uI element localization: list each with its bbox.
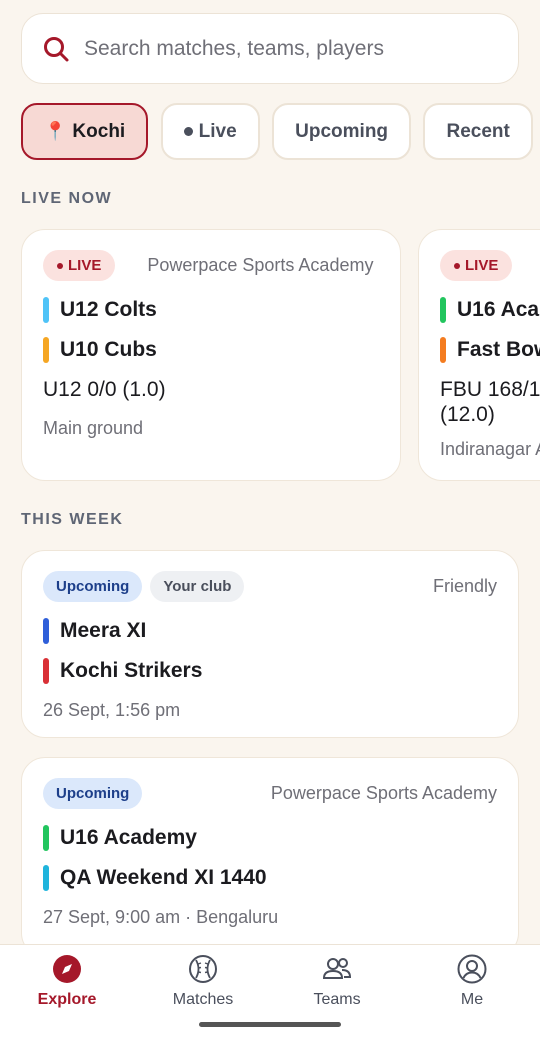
ground-name: Main ground	[43, 418, 144, 438]
team-name: U16 Academy	[457, 298, 540, 321]
score-text: U12 0/0 (1.0)	[43, 378, 166, 401]
ground-name: Indiranagar Arena	[440, 439, 540, 459]
team-color-bar	[440, 297, 446, 323]
dot-icon	[183, 127, 193, 136]
team-row: U16 Academy	[440, 297, 540, 323]
team-row: QA Weekend XI 1440	[43, 865, 497, 891]
team-color-bar	[440, 337, 446, 363]
compass-icon	[53, 955, 81, 983]
live-match-card[interactable]: LIVE U16 Academy Fast Bowlers United FBU…	[418, 229, 540, 481]
team-name: Fast Bowlers United	[457, 338, 540, 361]
chip-label: Kochi	[72, 120, 126, 142]
ball-icon	[189, 955, 217, 983]
home-indicator	[199, 1022, 341, 1027]
team-name: Kochi Strikers	[60, 659, 203, 682]
academy-name: Powerpace Sports Academy	[270, 783, 497, 803]
team-color-bar	[43, 865, 49, 891]
team-row: Kochi Strikers	[43, 658, 497, 684]
profile-icon	[457, 954, 487, 984]
chip-upcoming[interactable]: Upcoming	[272, 103, 412, 160]
match-time: 26 Sept, 1:56 pm	[43, 700, 181, 720]
live-dot-icon	[57, 262, 63, 269]
team-name: Meera XI	[60, 619, 147, 642]
team-name: U10 Cubs	[60, 338, 157, 361]
status-badge: Upcoming	[43, 571, 143, 602]
live-dot-icon	[454, 262, 460, 269]
section-title-week: THIS WEEK	[21, 511, 124, 528]
team-color-bar	[43, 658, 49, 684]
search-icon	[44, 36, 69, 61]
team-row: Meera XI	[43, 618, 497, 644]
team-color-bar	[43, 297, 49, 323]
team-row: U12 Colts	[43, 297, 379, 323]
team-row: Fast Bowlers United	[440, 337, 540, 363]
chip-location[interactable]: 📍 Kochi	[21, 103, 149, 160]
team-name: QA Weekend XI 1440	[60, 866, 267, 889]
team-name: U16 Academy	[60, 826, 197, 849]
pin-icon: 📍	[44, 121, 67, 141]
live-badge: LIVE	[440, 250, 513, 281]
section-title-live: LIVE NOW	[21, 190, 113, 207]
chip-label: Recent	[446, 120, 510, 142]
match-type: Friendly	[432, 576, 497, 596]
team-color-bar	[43, 618, 49, 644]
nav-explore[interactable]: Explore	[12, 953, 122, 1009]
team-name: U12 Colts	[60, 298, 157, 321]
nav-me[interactable]: Me	[417, 953, 527, 1009]
nav-teams[interactable]: Teams	[282, 953, 392, 1009]
team-row: U16 Academy	[43, 825, 497, 851]
chip-label: Live	[198, 120, 237, 142]
team-color-bar	[43, 337, 49, 363]
score-text: FBU 168/1 (12.0)	[440, 378, 540, 426]
live-badge: LIVE	[43, 250, 116, 281]
people-icon	[322, 958, 352, 979]
academy-name: Powerpace Sports Academy	[147, 255, 374, 275]
match-card[interactable]: Upcoming Powerpace Sports Academy U16 Ac…	[21, 757, 519, 957]
match-card[interactable]: Upcoming Your club Friendly Meera XI Koc…	[21, 550, 519, 738]
status-badge: Upcoming	[43, 778, 143, 809]
live-match-card[interactable]: LIVE Powerpace Sports Academy U12 Colts …	[21, 229, 401, 481]
live-carousel[interactable]: LIVE Powerpace Sports Academy U12 Colts …	[21, 229, 540, 481]
nav-matches[interactable]: Matches	[148, 953, 258, 1009]
club-badge: Your club	[150, 571, 245, 602]
filter-chips: 📍 Kochi Live Upcoming Recent	[21, 103, 540, 160]
team-color-bar	[43, 825, 49, 851]
search-input[interactable]	[84, 36, 504, 61]
team-row: U10 Cubs	[43, 337, 379, 363]
chip-recent[interactable]: Recent	[423, 103, 533, 160]
match-time: 27 Sept, 9:00 am · Bengaluru	[43, 907, 279, 927]
chip-label: Upcoming	[295, 120, 389, 142]
search-bar[interactable]	[21, 13, 519, 84]
chip-live[interactable]: Live	[160, 103, 260, 160]
